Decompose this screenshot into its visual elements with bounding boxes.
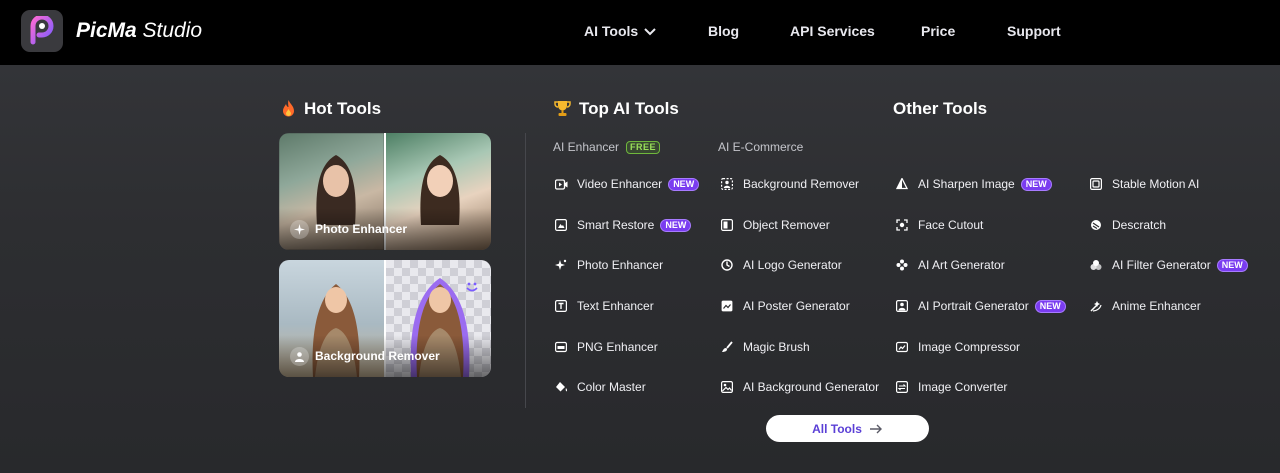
nav-price[interactable]: Price [921, 23, 955, 40]
poster-icon [720, 299, 734, 313]
text-icon [554, 299, 568, 313]
person-frame-icon [720, 177, 734, 191]
tool-face-cutout[interactable]: Face Cutout [895, 217, 983, 233]
compress-icon [895, 340, 909, 354]
chevron-down-icon [644, 28, 656, 36]
png-icon [554, 340, 568, 354]
ai-enhancer-subhead: AI Enhancer FREE [553, 140, 661, 155]
tool-ai-logo-generator[interactable]: AI Logo Generator [720, 257, 842, 273]
hot-card-photo-enhancer[interactable]: Photo Enhancer [279, 133, 491, 250]
tool-ai-filter-generator[interactable]: AI Filter Generator NEW [1089, 257, 1248, 273]
tool-background-remover[interactable]: Background Remover [720, 176, 859, 192]
nav-ai-tools[interactable]: AI Tools [584, 23, 656, 40]
descratch-icon [1089, 218, 1103, 232]
anime-icon [1089, 299, 1103, 313]
tool-video-enhancer[interactable]: Video Enhancer NEW [554, 176, 700, 192]
tool-image-compressor[interactable]: Image Compressor [895, 339, 1020, 355]
tool-ai-portrait-generator[interactable]: AI Portrait Generator NEW [895, 298, 1066, 314]
column-divider [525, 133, 526, 408]
sharpen-icon [895, 177, 909, 191]
top-navigation-bar: PicMa Studio AI Tools Blog API Services … [0, 0, 1280, 65]
nav-blog[interactable]: Blog [708, 23, 739, 40]
tool-photo-enhancer[interactable]: Photo Enhancer [554, 257, 663, 273]
nav-support[interactable]: Support [1007, 23, 1061, 40]
new-badge: NEW [660, 218, 692, 232]
fire-icon [283, 100, 294, 117]
object-icon [720, 218, 734, 232]
tool-ai-sharpen-image[interactable]: AI Sharpen Image NEW [895, 176, 1052, 192]
new-badge: NEW [1216, 258, 1248, 272]
new-badge: NEW [1020, 177, 1052, 191]
brand-name[interactable]: PicMa Studio [76, 18, 202, 44]
picma-logo[interactable] [21, 10, 63, 52]
picma-logo-icon [30, 16, 54, 45]
sparkle-icon [290, 220, 309, 239]
ai-ecommerce-subhead: AI E-Commerce [718, 140, 804, 154]
tool-text-enhancer[interactable]: Text Enhancer [554, 298, 654, 314]
hot-card-label: Photo Enhancer [315, 222, 408, 236]
other-tools-title: Other Tools [893, 99, 988, 118]
new-badge: NEW [668, 177, 700, 191]
tool-object-remover[interactable]: Object Remover [720, 217, 830, 233]
face-icon [895, 218, 909, 232]
video-icon [554, 177, 568, 191]
tool-color-master[interactable]: Color Master [554, 379, 646, 395]
art-icon [895, 258, 909, 272]
brush-icon [720, 340, 734, 354]
tool-smart-restore[interactable]: Smart Restore NEW [554, 217, 692, 233]
tool-ai-art-generator[interactable]: AI Art Generator [895, 257, 1005, 273]
arrow-right-icon [869, 424, 882, 433]
hot-card-label: Background Remover [315, 349, 440, 363]
motion-icon [1089, 177, 1103, 191]
tool-ai-poster-generator[interactable]: AI Poster Generator [720, 298, 850, 314]
smile-doodle-icon [466, 282, 478, 292]
paint-bucket-icon [554, 380, 568, 394]
portrait-icon [895, 299, 909, 313]
tool-anime-enhancer[interactable]: Anime Enhancer [1089, 298, 1201, 314]
hot-tools-title: Hot Tools [281, 98, 381, 120]
convert-icon [895, 380, 909, 394]
nav-api-services[interactable]: API Services [790, 23, 875, 40]
tool-magic-brush[interactable]: Magic Brush [720, 339, 810, 355]
top-ai-tools-title: Top AI Tools [554, 98, 679, 120]
tool-image-converter[interactable]: Image Converter [895, 379, 1007, 395]
all-tools-button[interactable]: All Tools [766, 415, 929, 442]
tool-png-enhancer[interactable]: PNG Enhancer [554, 339, 658, 355]
tool-descratch[interactable]: Descratch [1089, 217, 1166, 233]
tool-stable-motion-ai[interactable]: Stable Motion AI [1089, 176, 1199, 192]
restore-icon [554, 218, 568, 232]
person-icon [290, 347, 309, 366]
filter-icon [1089, 258, 1103, 272]
logo-icon [720, 258, 734, 272]
tool-ai-background-generator[interactable]: AI Background Generator [720, 379, 879, 395]
hot-card-background-remover[interactable]: Background Remover [279, 260, 491, 377]
new-badge: NEW [1034, 299, 1066, 313]
free-badge: FREE [626, 141, 661, 154]
background-icon [720, 380, 734, 394]
sparkle-icon [554, 258, 568, 272]
trophy-icon [554, 101, 571, 116]
